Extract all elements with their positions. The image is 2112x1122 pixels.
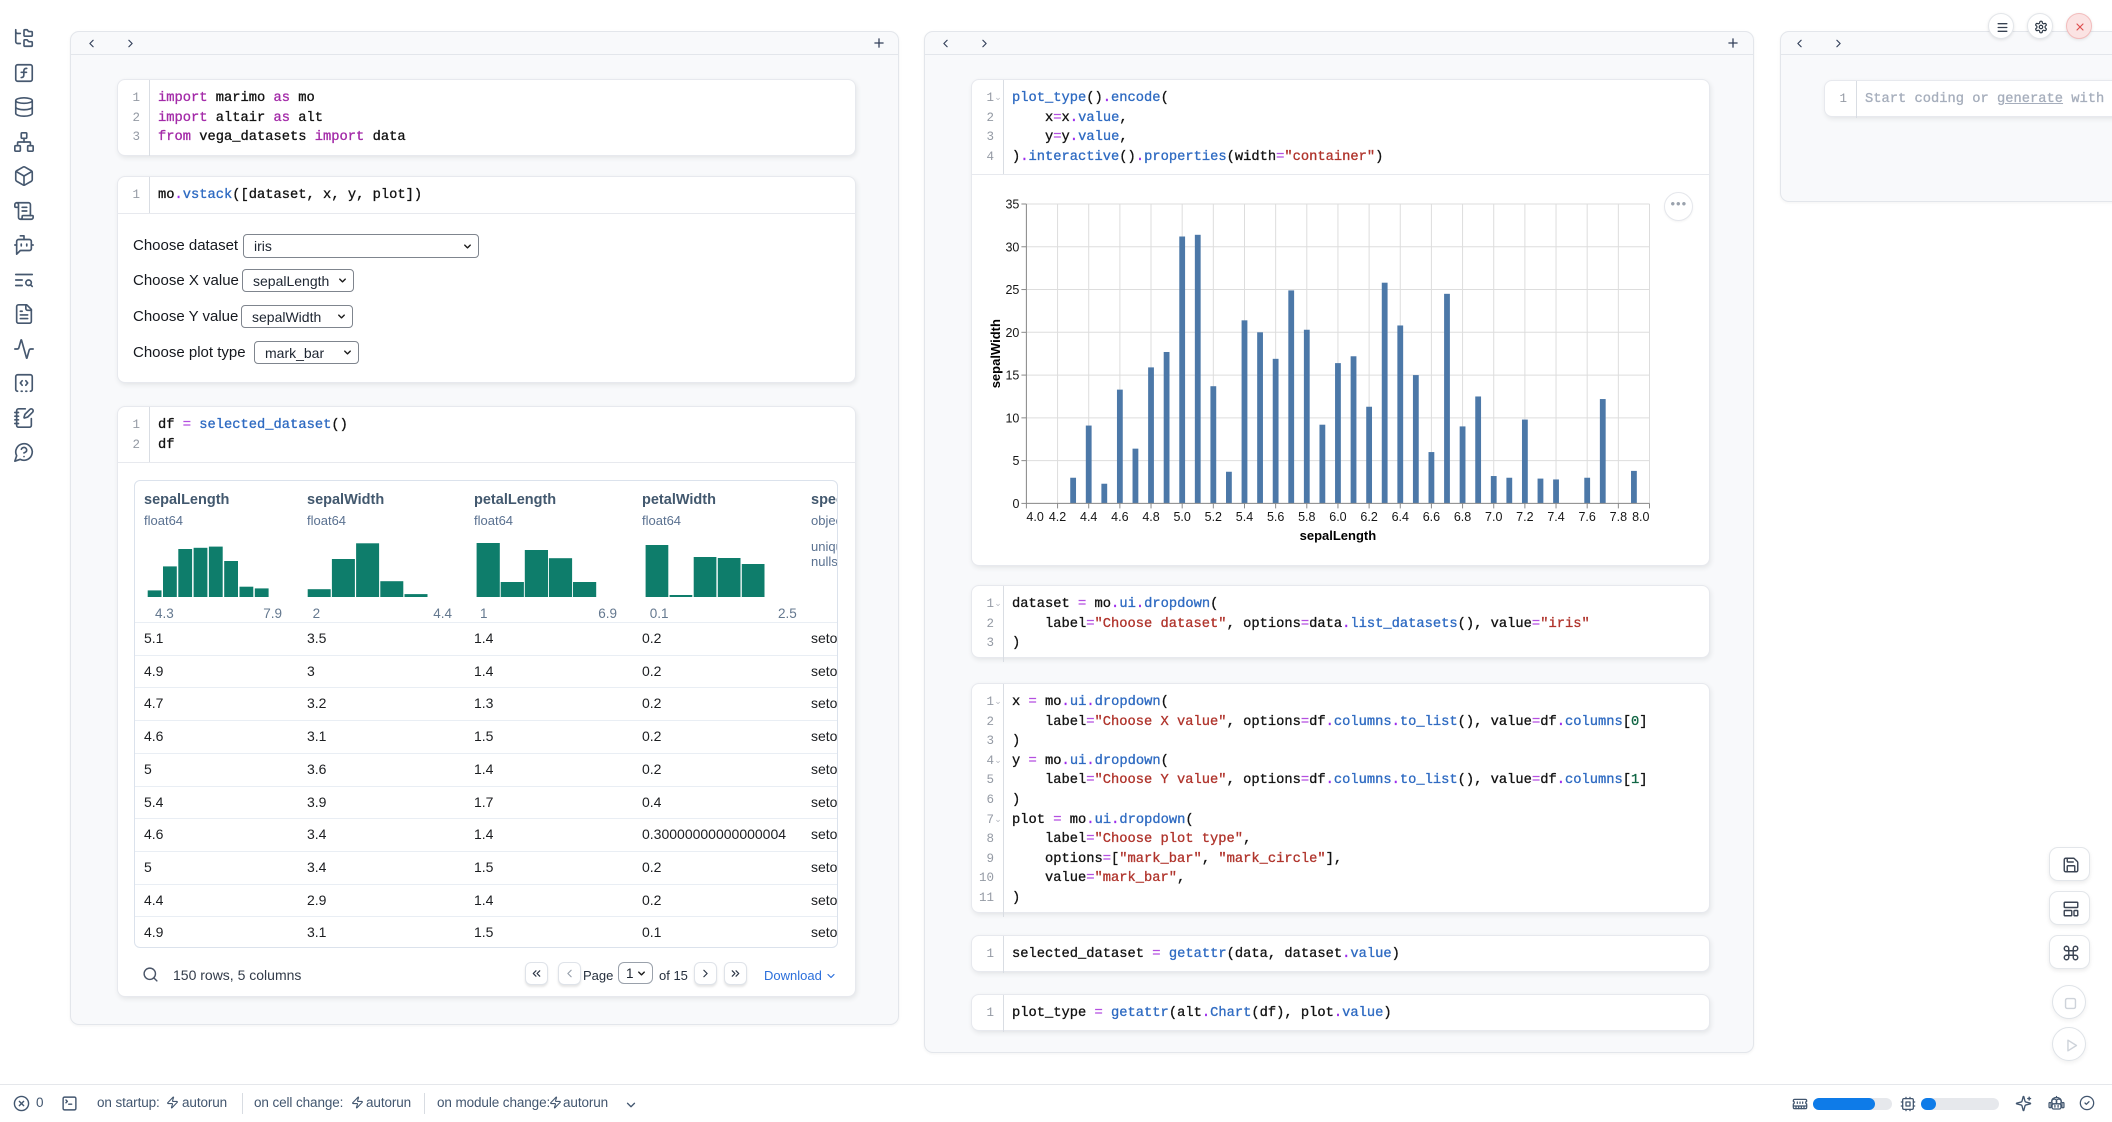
svg-text:5.2: 5.2 xyxy=(1205,510,1222,524)
svg-text:7.8: 7.8 xyxy=(1610,510,1627,524)
svg-text:30: 30 xyxy=(1005,240,1019,254)
svg-text:6.8: 6.8 xyxy=(1454,510,1471,524)
svg-text:6.4: 6.4 xyxy=(1392,510,1409,524)
svg-text:5.6: 5.6 xyxy=(1267,510,1284,524)
svg-text:8.0: 8.0 xyxy=(1632,510,1649,524)
svg-text:4.8: 4.8 xyxy=(1142,510,1159,524)
svg-text:6.6: 6.6 xyxy=(1423,510,1440,524)
svg-text:10: 10 xyxy=(1005,411,1019,425)
svg-text:6.2: 6.2 xyxy=(1360,510,1377,524)
svg-text:4.6: 4.6 xyxy=(1111,510,1128,524)
svg-text:5.4: 5.4 xyxy=(1236,510,1253,524)
svg-text:20: 20 xyxy=(1005,326,1019,340)
svg-text:5.8: 5.8 xyxy=(1298,510,1315,524)
svg-text:0: 0 xyxy=(1012,497,1019,511)
svg-text:sepalLength: sepalLength xyxy=(1300,528,1377,543)
svg-text:sepalWidth: sepalWidth xyxy=(988,319,1003,388)
svg-text:5.0: 5.0 xyxy=(1173,510,1190,524)
svg-text:7.6: 7.6 xyxy=(1578,510,1595,524)
svg-text:7.2: 7.2 xyxy=(1516,510,1533,524)
svg-text:35: 35 xyxy=(1005,198,1019,212)
svg-text:5: 5 xyxy=(1012,454,1019,468)
svg-text:7.0: 7.0 xyxy=(1485,510,1502,524)
svg-text:4.0: 4.0 xyxy=(1026,510,1043,524)
svg-text:15: 15 xyxy=(1005,369,1019,383)
svg-text:7.4: 7.4 xyxy=(1547,510,1564,524)
svg-text:25: 25 xyxy=(1005,283,1019,297)
svg-text:4.4: 4.4 xyxy=(1080,510,1097,524)
svg-text:4.2: 4.2 xyxy=(1049,510,1066,524)
svg-text:6.0: 6.0 xyxy=(1329,510,1346,524)
